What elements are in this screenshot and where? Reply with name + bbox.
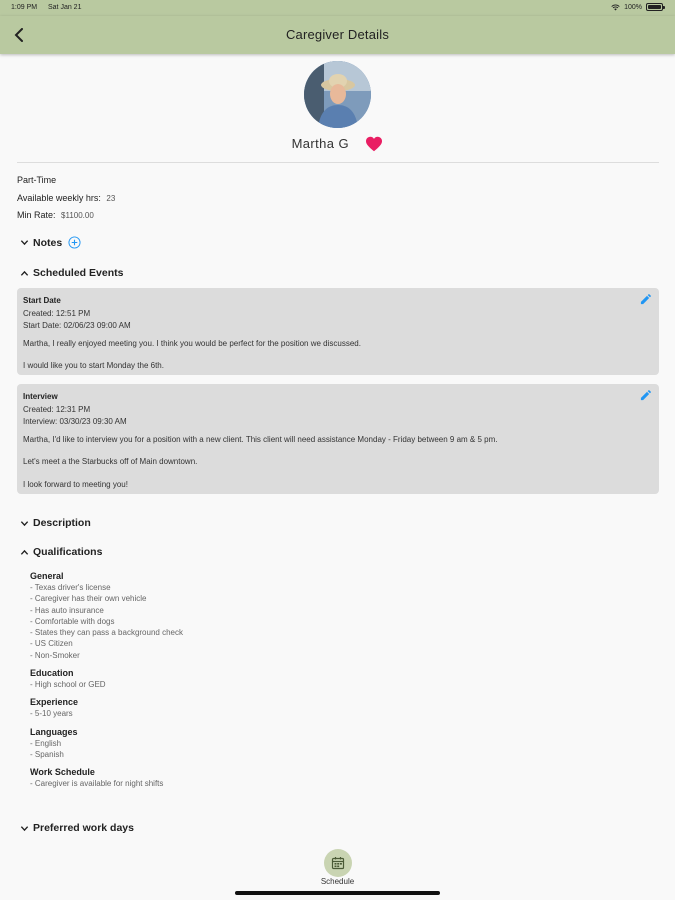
page-title: Caregiver Details bbox=[285, 27, 390, 42]
event-title: Interview bbox=[23, 392, 58, 401]
event-title: Start Date bbox=[23, 296, 61, 305]
app-bar: Caregiver Details bbox=[0, 16, 675, 54]
qual-item: - English bbox=[30, 738, 62, 748]
qual-group-title: Languages bbox=[30, 726, 78, 737]
qual-item: - 5-10 years bbox=[30, 709, 73, 719]
battery-icon bbox=[646, 3, 665, 11]
event-body: Martha, I'd like to interview you for a … bbox=[23, 434, 653, 492]
weekly-hours-row: Available weekly hrs: 23 bbox=[17, 193, 115, 203]
chevron-up-icon bbox=[20, 549, 29, 555]
event-body-line: Martha, I really enjoyed meeting you. I … bbox=[23, 338, 361, 348]
event-body-line: I look forward to meeting you! bbox=[23, 479, 128, 489]
qual-item: - US Citizen bbox=[30, 639, 73, 649]
avatar bbox=[304, 61, 371, 128]
home-indicator[interactable] bbox=[235, 891, 440, 895]
qual-item: - Caregiver is available for night shift… bbox=[30, 779, 164, 789]
qual-item: - Spanish bbox=[30, 749, 64, 759]
chevron-up-icon bbox=[20, 270, 29, 276]
schedule-label[interactable]: Schedule bbox=[0, 877, 675, 886]
favorite-heart-icon[interactable] bbox=[365, 136, 383, 152]
weekly-hours-label: Available weekly hrs: bbox=[17, 193, 101, 203]
event-body: Martha, I really enjoyed meeting you. I … bbox=[23, 338, 653, 373]
scheduled-events-label: Scheduled Events bbox=[33, 267, 124, 279]
profile-name-row: Martha G bbox=[0, 135, 675, 153]
event-when: Interview: 03/30/23 09:30 AM bbox=[23, 417, 127, 426]
status-bar: 1:09 PM Sat Jan 21 100% bbox=[0, 0, 675, 16]
weekly-hours-value: 23 bbox=[106, 194, 116, 203]
qualifications-label: Qualifications bbox=[33, 546, 103, 558]
schedule-button[interactable] bbox=[324, 849, 352, 877]
avatar-photo bbox=[304, 61, 371, 128]
notes-label: Notes bbox=[33, 236, 63, 249]
qualifications-list: General - Texas driver's license - Careg… bbox=[30, 570, 630, 790]
event-body-line: Let's meet a the Starbucks off of Main d… bbox=[23, 457, 198, 466]
preferred-work-days-section-header[interactable]: Preferred work days bbox=[20, 822, 134, 834]
calendar-icon bbox=[331, 857, 345, 870]
qual-item: - High school or GED bbox=[30, 680, 106, 690]
qual-group-title: Education bbox=[30, 668, 74, 679]
event-created: Created: 12:31 PM bbox=[23, 404, 91, 414]
battery-percent: 100% bbox=[624, 3, 642, 11]
event-card-interview[interactable]: Interview Created: 12:31 PM Interview: 0… bbox=[17, 384, 659, 494]
notes-section-header[interactable]: Notes bbox=[20, 236, 81, 249]
preferred-work-days-label: Preferred work days bbox=[33, 822, 134, 834]
divider bbox=[17, 162, 659, 163]
qual-item: - Caregiver has their own vehicle bbox=[30, 594, 147, 604]
chevron-down-icon bbox=[20, 520, 29, 526]
qual-item: - Has auto insurance bbox=[30, 605, 104, 615]
event-when: Start Date: 02/06/23 09:00 AM bbox=[23, 321, 131, 330]
qual-group-title: Experience bbox=[30, 697, 79, 708]
scheduled-events-section-header[interactable]: Scheduled Events bbox=[20, 267, 123, 279]
edit-pencil-icon[interactable] bbox=[640, 390, 651, 401]
status-right: 100% bbox=[611, 3, 665, 11]
qual-item: - Texas driver's license bbox=[30, 583, 111, 592]
employment-type: Part-Time bbox=[17, 175, 57, 185]
description-label: Description bbox=[33, 517, 91, 529]
qual-group-title: Work Schedule bbox=[30, 767, 95, 778]
chevron-down-icon bbox=[20, 240, 29, 246]
min-rate-label: Min Rate: bbox=[17, 210, 56, 220]
wifi-icon bbox=[611, 4, 620, 10]
status-time: 1:09 PM bbox=[11, 4, 38, 11]
description-section-header[interactable]: Description bbox=[20, 517, 91, 529]
event-body-line: Martha, I'd like to interview you for a … bbox=[23, 434, 498, 444]
qualifications-section-header[interactable]: Qualifications bbox=[20, 546, 102, 558]
add-note-icon[interactable] bbox=[68, 236, 81, 249]
qual-group-title: General bbox=[30, 571, 64, 581]
qual-item: - Comfortable with dogs bbox=[30, 616, 115, 626]
qual-item: - States they can pass a background chec… bbox=[30, 628, 183, 638]
status-date: Sat Jan 21 bbox=[48, 4, 82, 11]
min-rate-value: $1100.00 bbox=[61, 211, 94, 220]
event-card-start-date[interactable]: Start Date Created: 12:51 PM Start Date:… bbox=[17, 288, 659, 375]
event-created: Created: 12:51 PM bbox=[23, 308, 91, 318]
event-body-line: I would like you to start Monday the 6th… bbox=[23, 361, 164, 370]
caregiver-name: Martha G bbox=[291, 136, 349, 152]
min-rate-row: Min Rate: $1100.00 bbox=[17, 210, 94, 220]
edit-pencil-icon[interactable] bbox=[640, 294, 651, 305]
qual-item: - Non-Smoker bbox=[30, 650, 80, 660]
chevron-down-icon bbox=[20, 825, 29, 831]
